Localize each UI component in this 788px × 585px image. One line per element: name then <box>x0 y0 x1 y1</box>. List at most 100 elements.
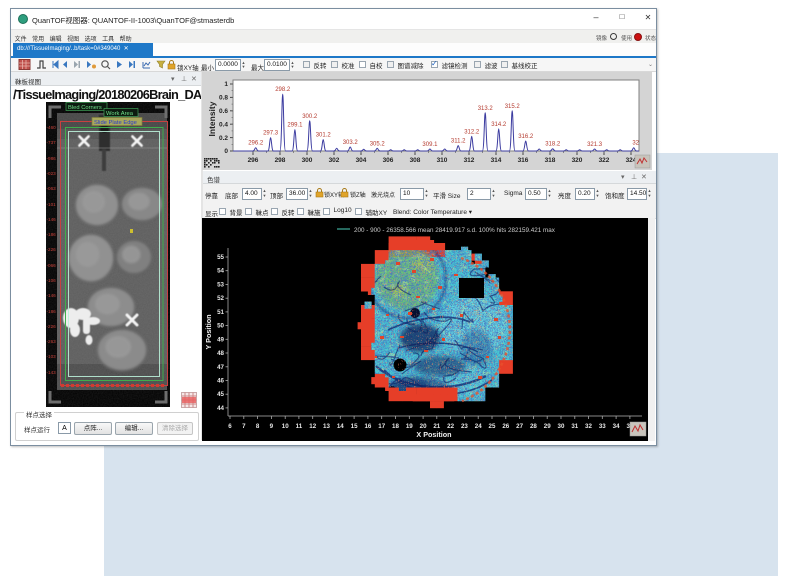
svg-text:322: 322 <box>599 157 610 164</box>
svg-text:17: 17 <box>378 423 385 430</box>
svg-text:-737: -737 <box>47 140 57 145</box>
svg-text:0.4: 0.4 <box>219 121 228 128</box>
svg-text:311.2: 311.2 <box>451 139 466 145</box>
svg-text:312.2: 312.2 <box>464 129 480 135</box>
svg-text:34: 34 <box>613 423 620 430</box>
svg-text:-986: -986 <box>47 156 57 161</box>
svg-text:44: 44 <box>217 405 224 412</box>
svg-text:27: 27 <box>516 423 523 430</box>
svg-text:299.1: 299.1 <box>287 123 303 129</box>
svg-text:21: 21 <box>433 423 440 430</box>
svg-text:51: 51 <box>217 309 224 316</box>
svg-text:304: 304 <box>356 157 367 164</box>
svg-text:46: 46 <box>217 378 224 385</box>
svg-text:45: 45 <box>217 391 224 398</box>
svg-text:314.2: 314.2 <box>491 122 507 128</box>
svg-text:Work Area: Work Area <box>106 111 134 117</box>
svg-text:309.1: 309.1 <box>422 142 438 148</box>
svg-text:32: 32 <box>585 423 592 430</box>
svg-text:316.2: 316.2 <box>518 134 534 140</box>
svg-text:-106: -106 <box>47 278 57 283</box>
svg-text:32: 32 <box>632 141 639 147</box>
svg-text:29: 29 <box>544 423 551 430</box>
svg-text:Bled Corners: Bled Corners <box>68 105 102 111</box>
svg-text:316: 316 <box>518 157 529 164</box>
svg-text:321.3: 321.3 <box>587 142 603 148</box>
svg-text:48: 48 <box>217 350 224 357</box>
svg-text:19: 19 <box>406 423 413 430</box>
svg-text:-146: -146 <box>47 293 57 298</box>
svg-text:22: 22 <box>447 423 454 430</box>
svg-text:298.2: 298.2 <box>275 87 291 93</box>
svg-text:320: 320 <box>572 157 583 164</box>
svg-text:-066: -066 <box>47 263 57 268</box>
svg-text:298: 298 <box>275 157 286 164</box>
svg-text:X Position: X Position <box>416 430 451 439</box>
svg-text:52: 52 <box>217 295 224 302</box>
svg-text:20: 20 <box>420 423 427 430</box>
svg-text:296: 296 <box>248 157 259 164</box>
svg-text:-103: -103 <box>47 354 57 359</box>
svg-text:-023: -023 <box>47 171 57 176</box>
svg-text:314: 314 <box>491 157 502 164</box>
svg-text:13: 13 <box>323 423 330 430</box>
svg-text:16: 16 <box>364 423 371 430</box>
svg-text:-186: -186 <box>47 309 57 314</box>
svg-text:26: 26 <box>502 423 509 430</box>
svg-text:Y Position: Y Position <box>204 314 213 349</box>
svg-text:0.2: 0.2 <box>219 135 228 142</box>
svg-text:49: 49 <box>217 336 224 343</box>
svg-text:14: 14 <box>337 423 344 430</box>
svg-text:296.2: 296.2 <box>248 141 264 147</box>
svg-text:Slide Plate Edge: Slide Plate Edge <box>94 120 137 126</box>
svg-text:-186: -186 <box>47 232 57 237</box>
svg-text:1: 1 <box>224 81 228 88</box>
svg-text:12: 12 <box>309 423 316 430</box>
svg-text:0.8: 0.8 <box>219 95 228 102</box>
svg-text:303.2: 303.2 <box>343 140 359 146</box>
svg-text:50: 50 <box>217 323 224 330</box>
svg-text:23: 23 <box>461 423 468 430</box>
svg-text:301.2: 301.2 <box>316 133 332 139</box>
svg-text:318.2: 318.2 <box>545 142 561 148</box>
svg-text:11: 11 <box>296 423 303 430</box>
svg-text:24: 24 <box>475 423 482 430</box>
svg-text:-226: -226 <box>47 324 57 329</box>
svg-text:310: 310 <box>437 157 448 164</box>
svg-text:297.3: 297.3 <box>263 131 279 137</box>
svg-text:-263: -263 <box>47 339 57 344</box>
svg-text:33: 33 <box>599 423 606 430</box>
svg-text:7: 7 <box>242 423 246 430</box>
svg-text:25: 25 <box>489 423 496 430</box>
svg-text:18: 18 <box>392 423 399 430</box>
svg-text:315.2: 315.2 <box>505 104 521 110</box>
svg-text:312: 312 <box>464 157 475 164</box>
svg-text:30: 30 <box>558 423 565 430</box>
svg-text:53: 53 <box>217 281 224 288</box>
svg-text:55: 55 <box>217 254 224 261</box>
svg-text:306: 306 <box>383 157 394 164</box>
svg-text:15: 15 <box>351 423 358 430</box>
svg-text:9: 9 <box>270 423 274 430</box>
svg-text:0: 0 <box>224 148 228 155</box>
svg-text:305.2: 305.2 <box>370 141 386 147</box>
svg-text:6: 6 <box>228 423 232 430</box>
svg-text:-460: -460 <box>47 125 57 130</box>
svg-text:313.2: 313.2 <box>478 106 494 112</box>
svg-text:308: 308 <box>410 157 421 164</box>
svg-text:10: 10 <box>282 423 289 430</box>
svg-text:300.2: 300.2 <box>302 114 318 120</box>
svg-text:8: 8 <box>256 423 260 430</box>
svg-text:-226: -226 <box>47 247 57 252</box>
svg-text:318: 318 <box>545 157 556 164</box>
svg-text:-063: -063 <box>47 186 57 191</box>
svg-text:28: 28 <box>530 423 537 430</box>
svg-text:-146: -146 <box>47 217 57 222</box>
svg-text:47: 47 <box>217 364 224 371</box>
svg-text:302: 302 <box>329 157 340 164</box>
svg-text:31: 31 <box>571 423 578 430</box>
svg-text:200 - 900 - 26358.566 mean 284: 200 - 900 - 26358.566 mean 28419.917 s.d… <box>354 227 556 234</box>
svg-text:-143: -143 <box>47 370 57 375</box>
svg-text:300: 300 <box>302 157 313 164</box>
svg-text:0.6: 0.6 <box>219 108 228 115</box>
